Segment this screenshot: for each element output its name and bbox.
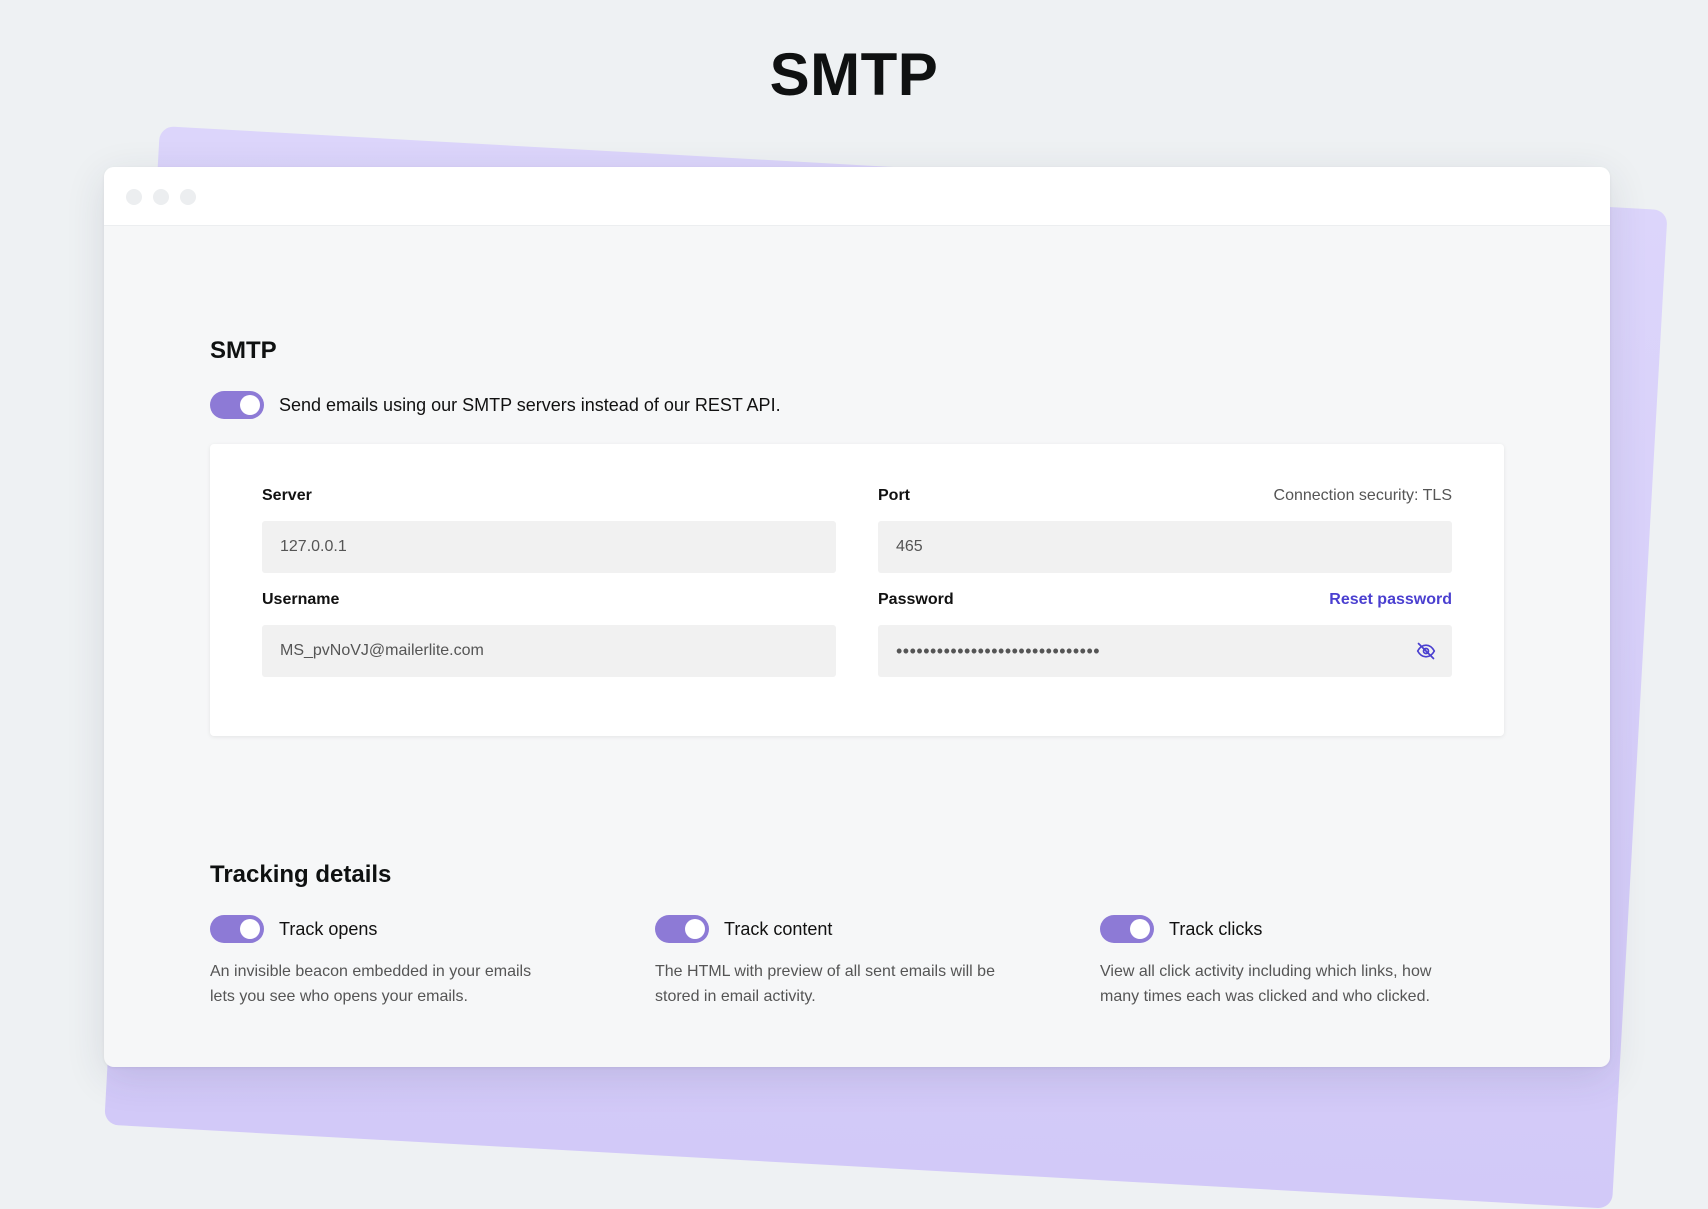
- browser-window: SMTP Send emails using our SMTP servers …: [104, 167, 1610, 1067]
- username-input-box[interactable]: [262, 625, 836, 677]
- smtp-toggle-row: Send emails using our SMTP servers inste…: [210, 391, 781, 419]
- smtp-toggle-label: Send emails using our SMTP servers inste…: [279, 394, 781, 415]
- port-label: Port: [878, 487, 910, 504]
- smtp-enable-toggle[interactable]: [210, 391, 264, 419]
- track-clicks-description: View all click activity including which …: [1100, 963, 1432, 1005]
- username-input[interactable]: [280, 642, 818, 660]
- browser-titlebar: [104, 167, 1610, 226]
- track-opens-toggle[interactable]: [210, 915, 264, 943]
- username-field: Username: [262, 591, 836, 677]
- tracking-section: Tracking details Track opens An invisibl…: [210, 861, 1504, 1035]
- window-dot-close: [126, 189, 142, 205]
- port-field: Port Connection security: TLS: [878, 487, 1452, 573]
- track-content-description: The HTML with preview of all sent emails…: [655, 963, 995, 1005]
- track-clicks-option: Track clicks View all click activity inc…: [1100, 915, 1450, 1009]
- password-label: Password: [878, 591, 954, 608]
- window-dot-maximize: [180, 189, 196, 205]
- tracking-section-title: Tracking details: [210, 861, 392, 888]
- server-input-box[interactable]: [262, 521, 836, 573]
- track-opens-label: Track opens: [279, 918, 378, 939]
- track-content-option: Track content The HTML with preview of a…: [655, 915, 1005, 1009]
- track-clicks-toggle[interactable]: [1100, 915, 1154, 943]
- port-input[interactable]: [896, 538, 1434, 556]
- server-label: Server: [262, 487, 312, 504]
- smtp-section-header: SMTP: [210, 337, 277, 365]
- connection-security-text: Connection security: TLS: [1273, 487, 1452, 504]
- username-label: Username: [262, 591, 340, 608]
- track-opens-option: Track opens An invisible beacon embedded…: [210, 915, 560, 1009]
- eye-off-icon[interactable]: [1416, 641, 1436, 661]
- track-content-label: Track content: [724, 918, 833, 939]
- track-content-toggle[interactable]: [655, 915, 709, 943]
- smtp-section-title: SMTP: [210, 337, 277, 364]
- window-dot-minimize: [153, 189, 169, 205]
- track-opens-description: An invisible beacon embedded in your ema…: [210, 963, 532, 1005]
- password-field: Password Reset password ••••••••••••••••…: [878, 591, 1452, 677]
- server-input[interactable]: [280, 538, 818, 556]
- page-title: SMTP: [769, 41, 939, 108]
- reset-password-link[interactable]: Reset password: [1329, 591, 1452, 609]
- smtp-credentials-panel: Server Port Connection security: TLS Use…: [210, 444, 1504, 736]
- password-input-box[interactable]: ••••••••••••••••••••••••••••••: [878, 625, 1452, 677]
- password-value: ••••••••••••••••••••••••••••••: [896, 640, 1101, 661]
- port-input-box[interactable]: [878, 521, 1452, 573]
- track-clicks-label: Track clicks: [1169, 918, 1263, 939]
- server-field: Server: [262, 487, 836, 573]
